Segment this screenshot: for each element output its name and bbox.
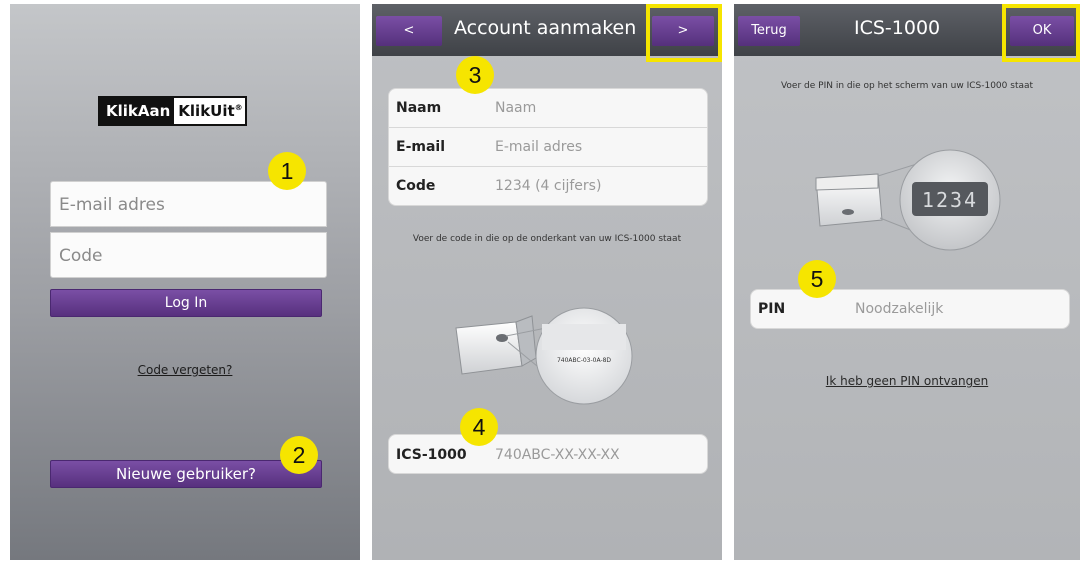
code-input[interactable]: Code (50, 232, 327, 278)
device-bottom-illustration: 740ABC-03-0A-8D (455, 307, 633, 405)
instruction-text: Voer de code in die op de onderkant van … (412, 234, 682, 244)
step-badge-5: 5 (798, 260, 836, 298)
pin-row[interactable]: PIN Noodzakelijk (750, 289, 1070, 329)
no-pin-link[interactable]: Ik heb geen PIN ontvangen (734, 374, 1080, 388)
logo-right: KlikUit® (174, 98, 245, 124)
login-button[interactable]: Log In (50, 289, 322, 317)
account-form: Naam Naam E-mail E-mail adres Code 1234 … (388, 88, 708, 206)
back-button[interactable]: < (376, 16, 442, 46)
ics-label: ICS-1000 (396, 447, 467, 463)
login-screen: KlikAan KlikUit® E-mail adres Code Log I… (10, 4, 360, 560)
step-badge-4: 4 (460, 408, 498, 446)
device-code-text: 740ABC-03-0A-8D (557, 357, 611, 364)
name-input[interactable]: Naam (495, 100, 536, 116)
pin-label: PIN (758, 301, 786, 317)
code-label: Code (396, 178, 436, 194)
pin-screen: Terug ICS-1000 OK Voer de PIN in die op … (734, 4, 1080, 560)
logo-registered-mark: ® (234, 103, 243, 112)
forgot-code-text[interactable]: Code vergeten? (138, 363, 233, 377)
back-button[interactable]: Terug (738, 16, 800, 46)
email-row[interactable]: E-mail E-mail adres (389, 128, 707, 167)
name-label: Naam (396, 100, 442, 116)
create-account-screen: < Account aanmaken > Naam Naam E-mail E-… (372, 4, 722, 560)
forgot-code-link[interactable]: Code vergeten? (10, 363, 360, 377)
device-display-illustration: 1234 (815, 149, 1001, 251)
pin-input[interactable]: Noodzakelijk (855, 301, 943, 317)
step-badge-1: 1 (268, 152, 306, 190)
no-pin-text[interactable]: Ik heb geen PIN ontvangen (826, 374, 988, 388)
klikaanklikuit-logo: KlikAan KlikUit® (98, 96, 247, 126)
step-badge-2: 2 (280, 436, 318, 474)
step-badge-3: 3 (456, 56, 494, 94)
next-button-highlight (646, 4, 722, 62)
new-user-button[interactable]: Nieuwe gebruiker? (50, 460, 322, 488)
logo-right-text: KlikUit (178, 102, 235, 120)
ics-input[interactable]: 740ABC-XX-XX-XX (495, 447, 620, 463)
name-row[interactable]: Naam Naam (389, 89, 707, 128)
code-row[interactable]: Code 1234 (4 cijfers) (389, 167, 707, 206)
instruction-text: Voer de PIN in die op het scherm van uw … (780, 81, 1034, 91)
email-input[interactable]: E-mail adres (495, 139, 582, 155)
logo-left: KlikAan (100, 98, 175, 124)
code-input[interactable]: 1234 (4 cijfers) (495, 178, 601, 194)
pin-display-text: 1234 (922, 188, 978, 212)
page-title: Account aanmaken (454, 17, 637, 39)
email-label: E-mail (396, 139, 446, 155)
page-title: ICS-1000 (854, 17, 941, 39)
ok-button-highlight (1002, 4, 1080, 62)
ics-row[interactable]: ICS-1000 740ABC-XX-XX-XX (388, 434, 708, 474)
